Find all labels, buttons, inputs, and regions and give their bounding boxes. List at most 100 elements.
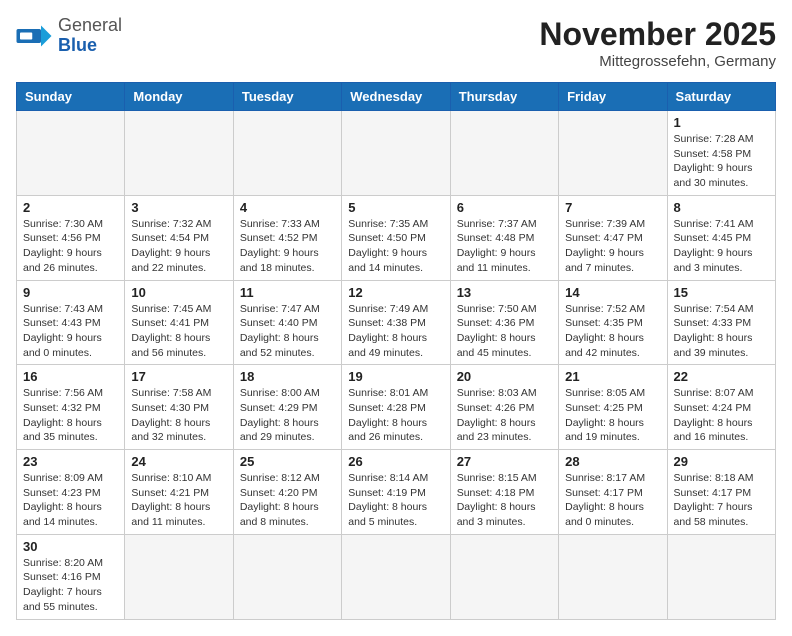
day-info: Sunrise: 8:12 AM Sunset: 4:20 PM Dayligh… bbox=[240, 471, 335, 530]
calendar-day-header: Sunday bbox=[17, 83, 125, 111]
day-info: Sunrise: 8:14 AM Sunset: 4:19 PM Dayligh… bbox=[348, 471, 443, 530]
location: Mittegrossefehn, Germany bbox=[539, 53, 776, 70]
day-number: 12 bbox=[348, 285, 443, 300]
calendar-day-header: Monday bbox=[125, 83, 233, 111]
day-number: 8 bbox=[674, 200, 769, 215]
calendar-day-cell bbox=[559, 111, 667, 196]
logo-blue: Blue bbox=[58, 35, 97, 55]
day-number: 21 bbox=[565, 369, 660, 384]
day-number: 9 bbox=[23, 285, 118, 300]
day-number: 23 bbox=[23, 454, 118, 469]
calendar-day-cell: 30 Sunrise: 8:20 AM Sunset: 4:16 PM Dayli… bbox=[17, 534, 125, 619]
day-number: 30 bbox=[23, 539, 118, 554]
day-number: 16 bbox=[23, 369, 118, 384]
logo-general: General bbox=[58, 15, 122, 35]
day-info: Sunrise: 7:35 AM Sunset: 4:50 PM Dayligh… bbox=[348, 217, 443, 276]
day-number: 26 bbox=[348, 454, 443, 469]
calendar-day-cell: 26 Sunrise: 8:14 AM Sunset: 4:19 PM Dayli… bbox=[342, 450, 450, 535]
calendar-week-row: 16 Sunrise: 7:56 AM Sunset: 4:32 PM Dayli… bbox=[17, 365, 776, 450]
day-info: Sunrise: 7:43 AM Sunset: 4:43 PM Dayligh… bbox=[23, 302, 118, 361]
day-info: Sunrise: 8:03 AM Sunset: 4:26 PM Dayligh… bbox=[457, 386, 552, 445]
day-number: 5 bbox=[348, 200, 443, 215]
calendar-day-cell: 8 Sunrise: 7:41 AM Sunset: 4:45 PM Daylig… bbox=[667, 195, 775, 280]
calendar-day-cell: 13Sunrise: 7:50 AM Sunset: 4:36 PM Dayli… bbox=[450, 280, 558, 365]
day-number: 11 bbox=[240, 285, 335, 300]
day-info: Sunrise: 7:56 AM Sunset: 4:32 PM Dayligh… bbox=[23, 386, 118, 445]
title-area: November 2025 Mittegrossefehn, Germany bbox=[539, 16, 776, 70]
calendar-day-cell bbox=[125, 111, 233, 196]
calendar-day-cell: 3 Sunrise: 7:32 AM Sunset: 4:54 PM Daylig… bbox=[125, 195, 233, 280]
day-number: 20 bbox=[457, 369, 552, 384]
day-info: Sunrise: 8:15 AM Sunset: 4:18 PM Dayligh… bbox=[457, 471, 552, 530]
day-number: 18 bbox=[240, 369, 335, 384]
day-info: Sunrise: 7:30 AM Sunset: 4:56 PM Dayligh… bbox=[23, 217, 118, 276]
general-blue-logo-icon bbox=[16, 22, 52, 50]
calendar-day-header: Thursday bbox=[450, 83, 558, 111]
calendar-day-header: Friday bbox=[559, 83, 667, 111]
calendar-day-cell: 23 Sunrise: 8:09 AM Sunset: 4:23 PM Dayli… bbox=[17, 450, 125, 535]
calendar-day-cell: 19 Sunrise: 8:01 AM Sunset: 4:28 PM Dayli… bbox=[342, 365, 450, 450]
day-info: Sunrise: 7:32 AM Sunset: 4:54 PM Dayligh… bbox=[131, 217, 226, 276]
calendar-day-cell bbox=[17, 111, 125, 196]
calendar-day-cell bbox=[342, 534, 450, 619]
day-number: 1 bbox=[674, 115, 769, 130]
day-info: Sunrise: 8:10 AM Sunset: 4:21 PM Dayligh… bbox=[131, 471, 226, 530]
calendar-day-cell: 11 Sunrise: 7:47 AM Sunset: 4:40 PM Dayli… bbox=[233, 280, 341, 365]
day-info: Sunrise: 8:01 AM Sunset: 4:28 PM Dayligh… bbox=[348, 386, 443, 445]
calendar-day-cell: 25Sunrise: 8:12 AM Sunset: 4:20 PM Dayli… bbox=[233, 450, 341, 535]
day-number: 29 bbox=[674, 454, 769, 469]
day-info: Sunrise: 7:39 AM Sunset: 4:47 PM Dayligh… bbox=[565, 217, 660, 276]
day-info: Sunrise: 8:18 AM Sunset: 4:17 PM Dayligh… bbox=[674, 471, 769, 530]
day-number: 24 bbox=[131, 454, 226, 469]
day-number: 3 bbox=[131, 200, 226, 215]
calendar-day-cell: 9 Sunrise: 7:43 AM Sunset: 4:43 PM Daylig… bbox=[17, 280, 125, 365]
day-number: 27 bbox=[457, 454, 552, 469]
calendar-day-cell: 15 Sunrise: 7:54 AM Sunset: 4:33 PM Dayli… bbox=[667, 280, 775, 365]
calendar-header-row: SundayMondayTuesdayWednesdayThursdayFrid… bbox=[17, 83, 776, 111]
day-number: 10 bbox=[131, 285, 226, 300]
calendar-day-cell: 5 Sunrise: 7:35 AM Sunset: 4:50 PM Daylig… bbox=[342, 195, 450, 280]
day-info: Sunrise: 8:17 AM Sunset: 4:17 PM Dayligh… bbox=[565, 471, 660, 530]
calendar-day-cell bbox=[125, 534, 233, 619]
calendar-day-cell bbox=[342, 111, 450, 196]
calendar-day-cell bbox=[233, 534, 341, 619]
calendar-day-cell: 27 Sunrise: 8:15 AM Sunset: 4:18 PM Dayli… bbox=[450, 450, 558, 535]
day-number: 13 bbox=[457, 285, 552, 300]
day-info: Sunrise: 8:20 AM Sunset: 4:16 PM Dayligh… bbox=[23, 556, 118, 615]
calendar-day-cell: 14Sunrise: 7:52 AM Sunset: 4:35 PM Dayli… bbox=[559, 280, 667, 365]
day-info: Sunrise: 7:52 AM Sunset: 4:35 PM Dayligh… bbox=[565, 302, 660, 361]
calendar-day-cell: 2 Sunrise: 7:30 AM Sunset: 4:56 PM Daylig… bbox=[17, 195, 125, 280]
day-info: Sunrise: 7:54 AM Sunset: 4:33 PM Dayligh… bbox=[674, 302, 769, 361]
day-number: 7 bbox=[565, 200, 660, 215]
day-number: 6 bbox=[457, 200, 552, 215]
calendar-day-cell: 21 Sunrise: 8:05 AM Sunset: 4:25 PM Dayli… bbox=[559, 365, 667, 450]
calendar-week-row: 23 Sunrise: 8:09 AM Sunset: 4:23 PM Dayli… bbox=[17, 450, 776, 535]
day-number: 15 bbox=[674, 285, 769, 300]
calendar-day-cell: 12Sunrise: 7:49 AM Sunset: 4:38 PM Dayli… bbox=[342, 280, 450, 365]
day-number: 19 bbox=[348, 369, 443, 384]
logo-text: General Blue bbox=[58, 16, 122, 56]
day-info: Sunrise: 7:58 AM Sunset: 4:30 PM Dayligh… bbox=[131, 386, 226, 445]
calendar-day-cell: 16 Sunrise: 7:56 AM Sunset: 4:32 PM Dayli… bbox=[17, 365, 125, 450]
calendar-day-cell bbox=[450, 111, 558, 196]
day-info: Sunrise: 7:41 AM Sunset: 4:45 PM Dayligh… bbox=[674, 217, 769, 276]
calendar-day-cell: 20 Sunrise: 8:03 AM Sunset: 4:26 PM Dayli… bbox=[450, 365, 558, 450]
day-info: Sunrise: 7:28 AM Sunset: 4:58 PM Dayligh… bbox=[674, 132, 769, 191]
day-number: 28 bbox=[565, 454, 660, 469]
logo: General Blue bbox=[16, 16, 122, 56]
day-info: Sunrise: 7:33 AM Sunset: 4:52 PM Dayligh… bbox=[240, 217, 335, 276]
day-info: Sunrise: 8:07 AM Sunset: 4:24 PM Dayligh… bbox=[674, 386, 769, 445]
calendar-day-cell bbox=[233, 111, 341, 196]
calendar-day-cell: 4Sunrise: 7:33 AM Sunset: 4:52 PM Daylig… bbox=[233, 195, 341, 280]
calendar: SundayMondayTuesdayWednesdayThursdayFrid… bbox=[16, 82, 776, 620]
day-info: Sunrise: 7:47 AM Sunset: 4:40 PM Dayligh… bbox=[240, 302, 335, 361]
day-info: Sunrise: 8:05 AM Sunset: 4:25 PM Dayligh… bbox=[565, 386, 660, 445]
calendar-day-cell: 29 Sunrise: 8:18 AM Sunset: 4:17 PM Dayli… bbox=[667, 450, 775, 535]
day-info: Sunrise: 7:37 AM Sunset: 4:48 PM Dayligh… bbox=[457, 217, 552, 276]
header: General Blue November 2025 Mittegrossefe… bbox=[16, 16, 776, 70]
day-number: 2 bbox=[23, 200, 118, 215]
calendar-day-cell: 6 Sunrise: 7:37 AM Sunset: 4:48 PM Daylig… bbox=[450, 195, 558, 280]
day-info: Sunrise: 8:09 AM Sunset: 4:23 PM Dayligh… bbox=[23, 471, 118, 530]
calendar-day-cell: 7 Sunrise: 7:39 AM Sunset: 4:47 PM Daylig… bbox=[559, 195, 667, 280]
calendar-day-cell: 10Sunrise: 7:45 AM Sunset: 4:41 PM Dayli… bbox=[125, 280, 233, 365]
